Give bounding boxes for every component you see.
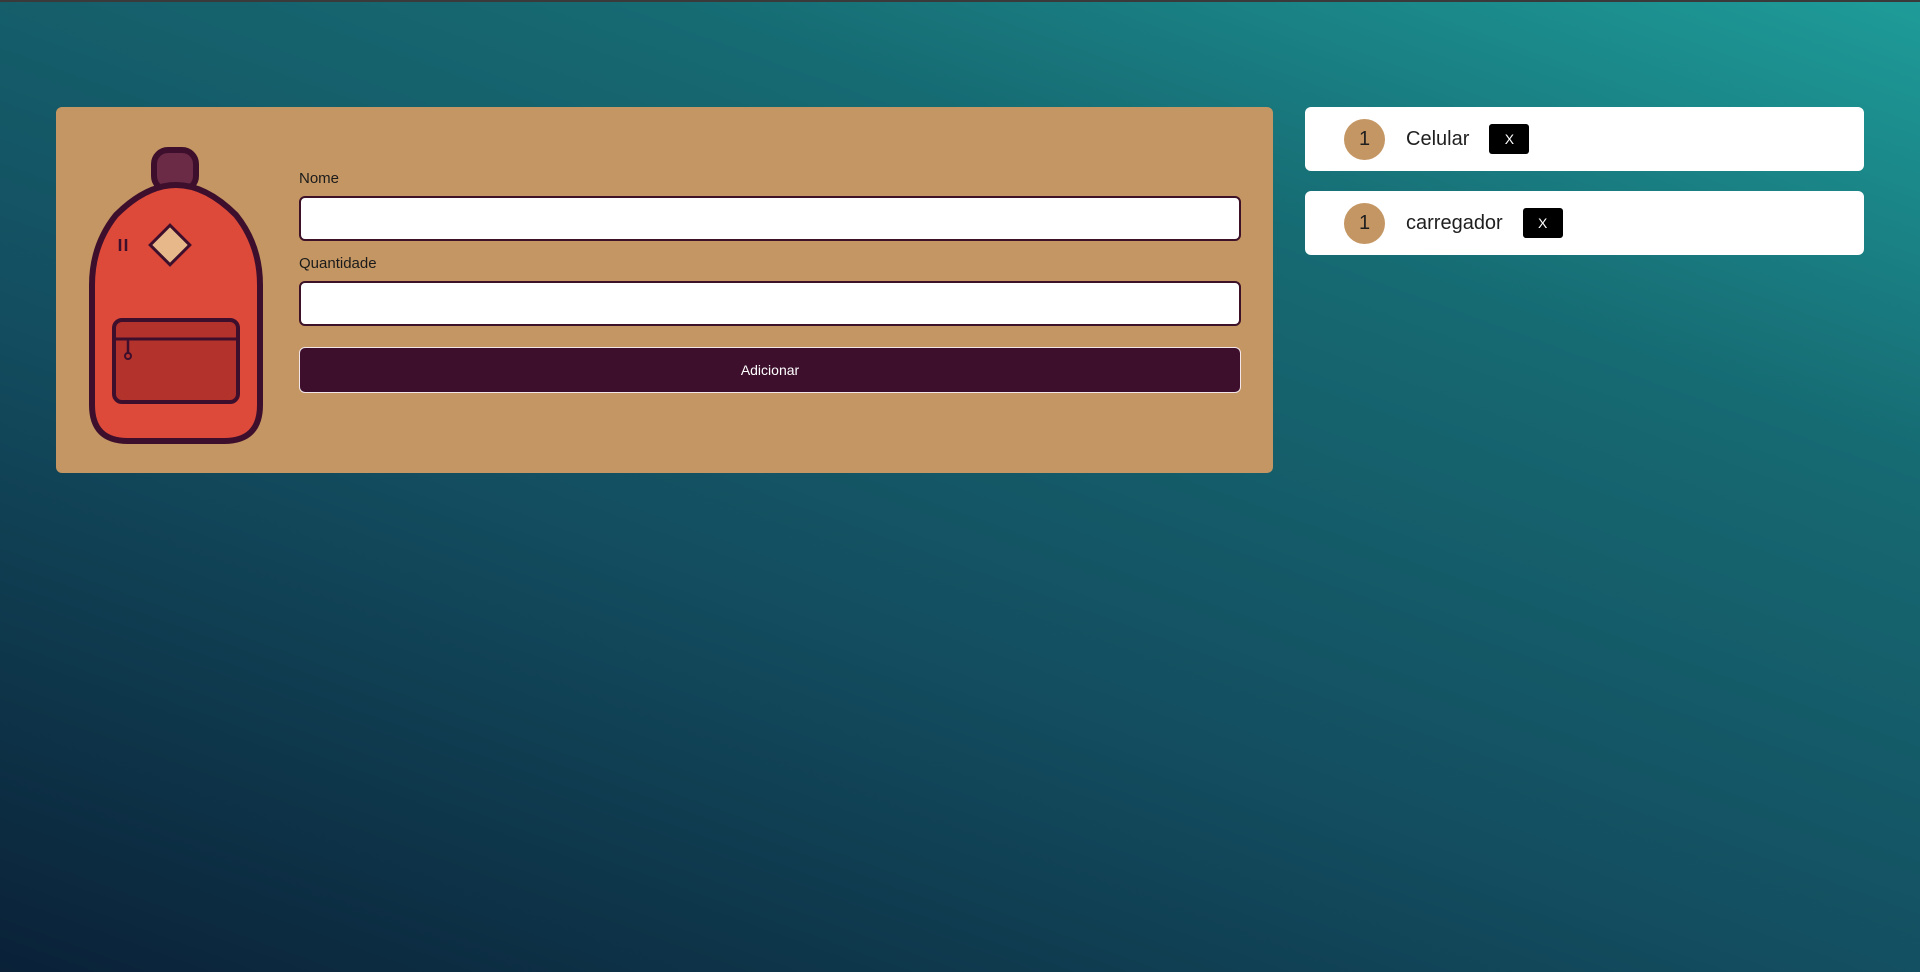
name-input[interactable] [299,196,1241,241]
item-form: Nome Quantidade Adicionar [299,170,1241,393]
remove-item-button[interactable]: X [1522,208,1563,238]
quantity-badge: 1 [1344,202,1385,244]
item-name: Celular [1406,127,1470,150]
list-item: 1 carregador X [1305,191,1864,255]
quantity-badge: 1 [1344,118,1385,160]
add-item-card: Nome Quantidade Adicionar [56,107,1273,473]
item-list: 1 Celular X 1 carregador X [1305,107,1864,275]
backpack-icon [89,147,263,444]
name-label: Nome [299,170,340,187]
item-name: carregador [1406,211,1503,234]
top-border [0,0,1920,2]
add-button[interactable]: Adicionar [299,347,1241,393]
list-item: 1 Celular X [1305,107,1864,171]
quantity-input[interactable] [299,281,1241,326]
quantity-label: Quantidade [299,255,377,272]
remove-item-button[interactable]: X [1489,124,1530,154]
